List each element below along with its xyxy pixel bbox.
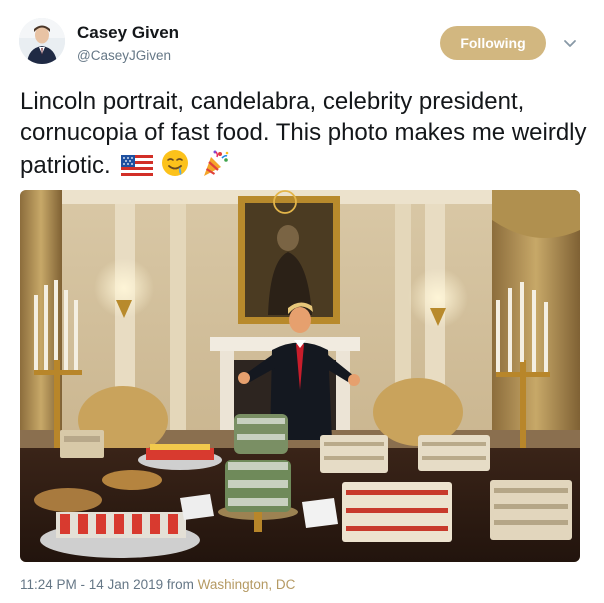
tweet-header: Casey Given @CaseyJGiven Following — [19, 18, 585, 68]
avatar[interactable] — [19, 18, 65, 64]
tweet-photo[interactable] — [20, 190, 580, 562]
tweet-meta: 11:24 PM - 14 Jan 2019 from Washington, … — [20, 577, 295, 592]
tweet-body: Lincoln portrait, candelabra, celebrity … — [20, 88, 587, 179]
drooling-face-icon — [160, 148, 190, 176]
us-flag-icon — [120, 152, 154, 180]
party-popper-icon — [200, 148, 230, 176]
user-handle[interactable]: @CaseyJGiven — [77, 48, 171, 63]
tweet-timestamp[interactable]: 11:24 PM - 14 Jan 2019 — [20, 577, 163, 592]
display-name[interactable]: Casey Given — [77, 23, 179, 43]
tweet-location[interactable]: Washington, DC — [198, 577, 296, 592]
tweet-text: Lincoln portrait, candelabra, celebrity … — [20, 86, 590, 181]
following-button[interactable]: Following — [440, 26, 546, 60]
chevron-down-icon[interactable] — [561, 34, 579, 52]
from-label: from — [166, 577, 194, 592]
